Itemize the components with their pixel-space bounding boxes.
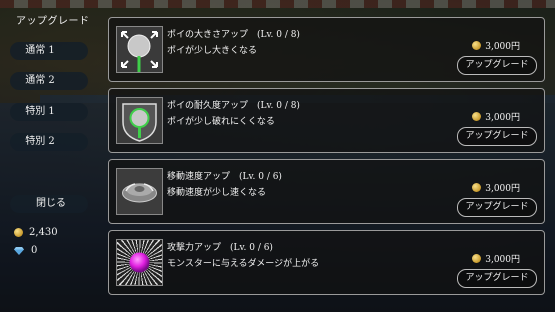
upgrade-button[interactable]: アップグレード bbox=[457, 56, 537, 75]
gem-icon bbox=[14, 246, 24, 255]
upgrade-description: 移動速度が少し速くなる bbox=[167, 188, 267, 198]
tab-special-2[interactable]: 特別 2 bbox=[10, 133, 88, 151]
upgrade-button[interactable]: アップグレード bbox=[457, 127, 537, 146]
upgrade-card-durability: ポイの耐久度アップ (Lv. 0 / 8) ポイが少し破れにくくなる 3,000… bbox=[108, 88, 545, 153]
close-button[interactable]: 閉じる bbox=[10, 195, 88, 213]
coin-balance: 2,430 bbox=[14, 227, 58, 238]
gem-balance: 0 bbox=[14, 245, 37, 256]
coin-icon bbox=[472, 183, 482, 192]
coin-icon bbox=[472, 254, 482, 263]
upgrade-title: ポイの大きさアップ (Lv. 0 / 8) bbox=[167, 30, 300, 40]
upgrade-card-size: ポイの大きさアップ (Lv. 0 / 8) ポイが少し大きくなる 3,000円 … bbox=[108, 17, 545, 82]
upgrade-price: 3,000円 bbox=[472, 110, 520, 123]
upgrade-description: ポイが少し大きくなる bbox=[167, 46, 258, 56]
speed-disc-icon bbox=[116, 168, 163, 215]
tab-normal-2[interactable]: 通常 2 bbox=[10, 72, 88, 90]
upgrade-button[interactable]: アップグレード bbox=[457, 198, 537, 217]
coin-amount: 2,430 bbox=[29, 227, 58, 238]
upgrade-title: 移動速度アップ (Lv. 0 / 6) bbox=[167, 172, 282, 182]
upgrade-title: 攻撃力アップ (Lv. 0 / 6) bbox=[167, 243, 273, 253]
upgrade-button[interactable]: アップグレード bbox=[457, 269, 537, 288]
upgrade-card-attack: 攻撃力アップ (Lv. 0 / 6) モンスターに与えるダメージが上がる 3,0… bbox=[108, 230, 545, 295]
panel-title: アップグレード bbox=[16, 16, 90, 27]
upgrade-price: 3,000円 bbox=[472, 39, 520, 52]
upgrade-title: ポイの耐久度アップ (Lv. 0 / 8) bbox=[167, 101, 300, 111]
upgrade-card-speed: 移動速度アップ (Lv. 0 / 6) 移動速度が少し速くなる 3,000円 ア… bbox=[108, 159, 545, 224]
expand-poi-icon bbox=[116, 26, 163, 73]
coin-icon bbox=[14, 228, 23, 237]
upgrade-description: モンスターに与えるダメージが上がる bbox=[167, 259, 320, 269]
coin-icon bbox=[472, 41, 482, 50]
upgrade-price: 3,000円 bbox=[472, 181, 520, 194]
tab-normal-1[interactable]: 通常 1 bbox=[10, 42, 88, 60]
gem-amount: 0 bbox=[31, 245, 38, 256]
coin-icon bbox=[472, 112, 482, 121]
shield-poi-icon bbox=[116, 97, 163, 144]
attack-orb-icon bbox=[116, 239, 163, 286]
tab-special-1[interactable]: 特別 1 bbox=[10, 103, 88, 121]
upgrade-price: 3,000円 bbox=[472, 252, 520, 265]
upgrade-description: ポイが少し破れにくくなる bbox=[167, 117, 275, 127]
